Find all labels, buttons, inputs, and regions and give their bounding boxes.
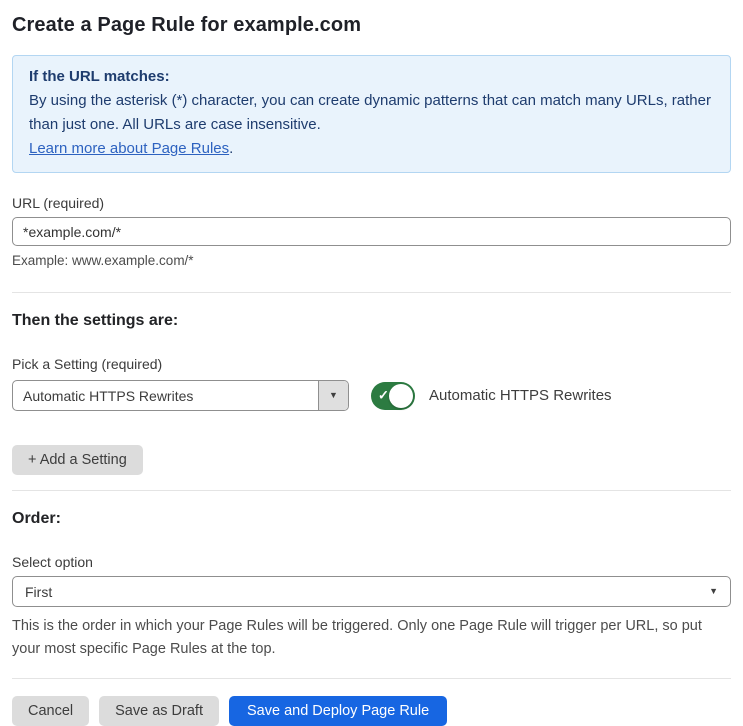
info-box-body: By using the asterisk (*) character, you… xyxy=(29,92,711,133)
settings-section-heading: Then the settings are: xyxy=(12,312,179,329)
order-select-value: First xyxy=(25,583,53,600)
add-setting-button[interactable]: + Add a Setting xyxy=(12,445,143,475)
info-box-heading: If the URL matches: xyxy=(29,68,170,85)
setting-select-arrow-button[interactable]: ▼ xyxy=(318,381,348,410)
divider xyxy=(12,678,731,679)
order-select[interactable]: First ▼ xyxy=(12,576,731,607)
save-and-deploy-button[interactable]: Save and Deploy Page Rule xyxy=(228,696,448,726)
info-box-link-line: Learn more about Page Rules. xyxy=(29,137,714,161)
link-suffix: . xyxy=(229,140,234,157)
setting-select-value: Automatic HTTPS Rewrites xyxy=(23,387,194,404)
order-helper-text: This is the order in which your Page Rul… xyxy=(12,618,702,657)
url-matches-info-box: If the URL matches: By using the asteris… xyxy=(12,55,731,173)
create-page-rule-form: Create a Page Rule for example.com If th… xyxy=(0,14,743,726)
toggle-knob xyxy=(389,383,413,408)
order-section-heading: Order: xyxy=(12,510,61,527)
url-field-label: URL (required) xyxy=(12,195,105,211)
divider xyxy=(12,292,731,293)
page-title: Create a Page Rule for example.com xyxy=(12,14,362,36)
save-as-draft-button[interactable]: Save as Draft xyxy=(99,696,219,726)
footer-actions: Cancel Save as Draft Save and Deploy Pag… xyxy=(12,696,731,726)
automatic-https-rewrites-toggle[interactable]: ✓ xyxy=(371,381,415,410)
setting-select[interactable]: Automatic HTTPS Rewrites ▼ xyxy=(12,380,349,411)
chevron-down-icon: ▼ xyxy=(329,390,338,400)
pick-setting-label: Pick a Setting (required) xyxy=(12,356,163,372)
setting-row: Automatic HTTPS Rewrites ▼ ✓ Automatic H… xyxy=(12,380,731,411)
chevron-down-icon: ▼ xyxy=(709,586,718,596)
order-select-label: Select option xyxy=(12,554,93,570)
learn-more-link[interactable]: Learn more about Page Rules xyxy=(29,140,229,157)
toggle-label: Automatic HTTPS Rewrites xyxy=(429,387,612,404)
url-example-helper: Example: www.example.com/* xyxy=(12,253,194,268)
check-icon: ✓ xyxy=(378,387,389,403)
divider xyxy=(12,490,731,491)
url-input[interactable] xyxy=(12,217,731,246)
cancel-button[interactable]: Cancel xyxy=(12,696,90,726)
